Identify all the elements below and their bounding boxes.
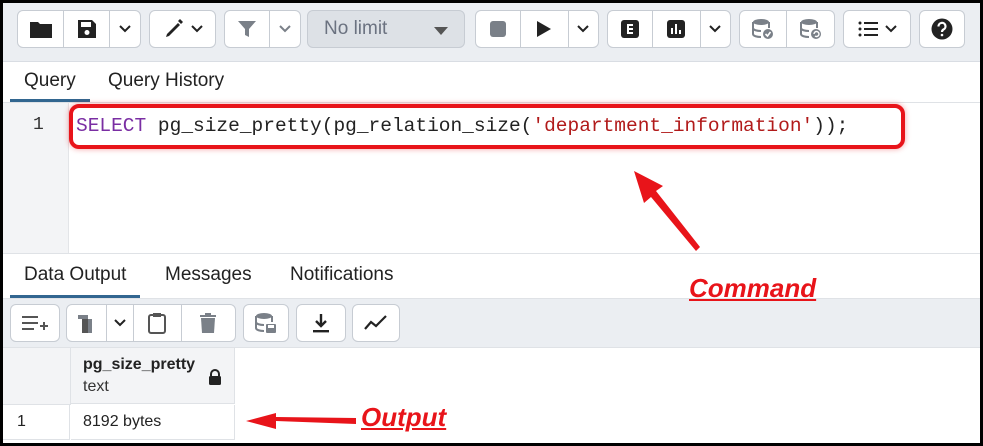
annotation-arrows [246,171,700,429]
app-window: No limit Query Query History 1 SELECT pg… [0,0,983,446]
output-arrow [246,413,356,429]
command-annotation: Command [689,273,817,303]
output-annotation: Output [361,402,447,432]
command-arrow [634,171,700,251]
